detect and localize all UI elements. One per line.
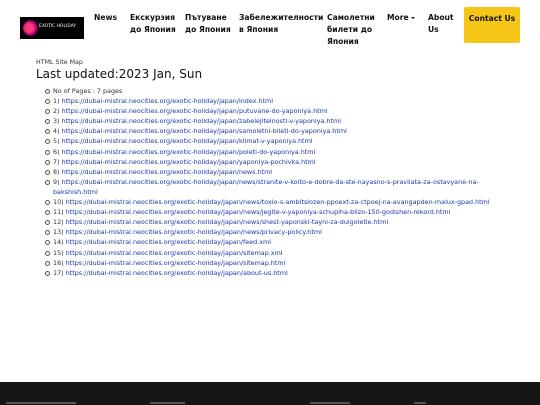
list-item: 5) https://dubai-mistral.neocities.org/e… [44,136,524,146]
list-item: 6) https://dubai-mistral.neocities.org/e… [44,147,524,157]
nav-news[interactable]: News [94,12,117,24]
list-item: 11) https://dubai-mistral.neocities.org/… [44,207,524,217]
link-number: 11) [53,208,64,217]
sitemap-link[interactable]: https://dubai-mistral.neocities.org/exot… [66,269,288,277]
sitemap-link[interactable]: https://dubai-mistral.neocities.org/exot… [66,259,286,267]
nav-more-dropdown[interactable]: More [387,12,415,24]
link-number: 5) [53,137,60,146]
nav-more-label: More [387,13,409,22]
link-number: 14) [53,238,64,247]
link-number: 8) [53,167,60,176]
sitemap-link[interactable]: https://dubai-mistral.neocities.org/exot… [66,208,451,216]
link-number: 15) [53,248,64,257]
sitemap-link[interactable]: https://dubai-mistral.neocities.org/exot… [66,228,322,236]
link-number: 7) [53,157,60,166]
link-number: 9) [53,177,60,186]
nav-flights-japan[interactable]: Самолетни билети до Япония [327,12,377,48]
sitemap-link[interactable]: https://dubai-mistral.neocities.org/exot… [66,238,271,246]
sitemap-list: No of Pages : 7 pages 1) https://dubai-m… [44,86,524,278]
list-item: 15) https://dubai-mistral.neocities.org/… [44,248,524,258]
sitemap-link[interactable]: https://dubai-mistral.neocities.org/exot… [66,218,388,226]
list-item: 2) https://dubai-mistral.neocities.org/e… [44,106,524,116]
list-item: 8) https://dubai-mistral.neocities.org/e… [44,167,524,177]
contact-us-button[interactable]: Contact Us [464,7,520,43]
link-number: 4) [53,127,60,136]
link-number: 3) [53,117,60,126]
list-item: 17) https://dubai-mistral.neocities.org/… [44,268,524,278]
nav-sights-japan[interactable]: Забележителности в Япония [239,12,323,36]
nav-travel-japan[interactable]: Пътуване до Япония [185,12,235,36]
footer-text-fragment [150,402,185,404]
footer-text-fragment [6,402,76,404]
breadcrumb: HTML Site Map [36,59,83,66]
sitemap-link[interactable]: https://dubai-mistral.neocities.org/exot… [62,158,316,166]
sitemap-link[interactable]: https://dubai-mistral.neocities.org/exot… [53,178,479,196]
sitemap-link[interactable]: https://dubai-mistral.neocities.org/exot… [62,97,273,105]
sitemap-link[interactable]: https://dubai-mistral.neocities.org/exot… [62,127,347,135]
chevron-down-icon [410,17,415,19]
footer-text-fragment [414,402,426,404]
sitemap-link[interactable]: https://dubai-mistral.neocities.org/exot… [62,117,341,125]
nav-excursion-japan[interactable]: Екскурзия до Япония [130,12,180,36]
list-item: 10) https://dubai-mistral.neocities.org/… [44,197,524,207]
list-item: 14) https://dubai-mistral.neocities.org/… [44,237,524,247]
link-number: 1) [53,97,60,106]
sitemap-link[interactable]: https://dubai-mistral.neocities.org/exot… [62,148,316,156]
link-number: 2) [53,107,60,116]
link-number: 10) [53,198,64,207]
list-item: 7) https://dubai-mistral.neocities.org/e… [44,157,524,167]
site-logo[interactable]: EXOTIC HOLIDAY [20,17,84,39]
top-navbar: EXOTIC HOLIDAY News Екскурзия до Япония … [0,0,540,55]
link-number: 6) [53,147,60,156]
list-item: 12) https://dubai-mistral.neocities.org/… [44,217,524,227]
page-title: Last updated:2023 Jan, Sun [36,67,203,81]
logo-text: EXOTIC HOLIDAY [39,24,77,29]
link-number: 13) [53,228,64,237]
list-item: 4) https://dubai-mistral.neocities.org/e… [44,126,524,136]
logo-flare-icon [23,20,39,36]
footer [0,382,540,405]
link-number: 12) [53,218,64,227]
list-item: 13) https://dubai-mistral.neocities.org/… [44,227,524,237]
sitemap-link[interactable]: https://dubai-mistral.neocities.org/exot… [66,249,283,257]
list-item: 9) https://dubai-mistral.neocities.org/e… [44,177,524,197]
link-number: 16) [53,258,64,267]
sitemap-link[interactable]: https://dubai-mistral.neocities.org/exot… [66,198,490,206]
link-number: 17) [53,268,64,277]
list-item: 16) https://dubai-mistral.neocities.org/… [44,258,524,268]
sitemap-link[interactable]: https://dubai-mistral.neocities.org/exot… [62,107,328,115]
sitemap-link[interactable]: https://dubai-mistral.neocities.org/exot… [62,137,313,145]
footer-text-fragment [310,402,350,404]
sitemap-link[interactable]: https://dubai-mistral.neocities.org/exot… [62,168,272,176]
list-item: 1) https://dubai-mistral.neocities.org/e… [44,96,524,106]
nav-about-us[interactable]: About Us [428,12,458,36]
list-item-pages-count: No of Pages : 7 pages [44,86,524,96]
list-item: 3) https://dubai-mistral.neocities.org/e… [44,116,524,126]
